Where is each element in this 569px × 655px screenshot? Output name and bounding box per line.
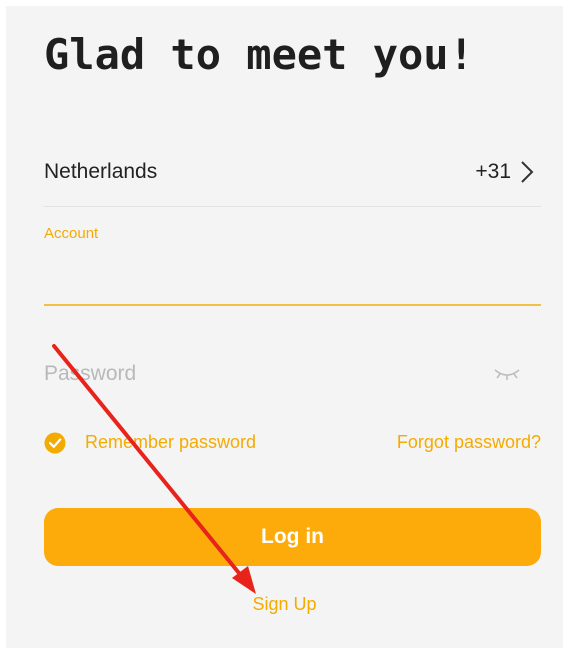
country-name: Netherlands [44,160,158,183]
check-circle-icon[interactable] [44,432,66,454]
account-label: Account [44,225,99,242]
remember-password-label[interactable]: Remember password [85,432,256,453]
password-input[interactable] [44,356,484,392]
country-selector[interactable]: Netherlands +31 [44,146,541,207]
forgot-password-link[interactable]: Forgot password? [397,432,541,453]
country-code: +31 [475,160,511,183]
chevron-right-icon [521,161,534,183]
sign-up-link[interactable]: Sign Up [6,594,563,615]
eye-closed-icon[interactable] [492,366,522,382]
page-title: Glad to meet you! [44,30,474,79]
login-button[interactable]: Log in [44,508,541,566]
login-screen: Glad to meet you! Netherlands +31 Accoun… [6,6,563,648]
account-input[interactable] [44,252,541,306]
